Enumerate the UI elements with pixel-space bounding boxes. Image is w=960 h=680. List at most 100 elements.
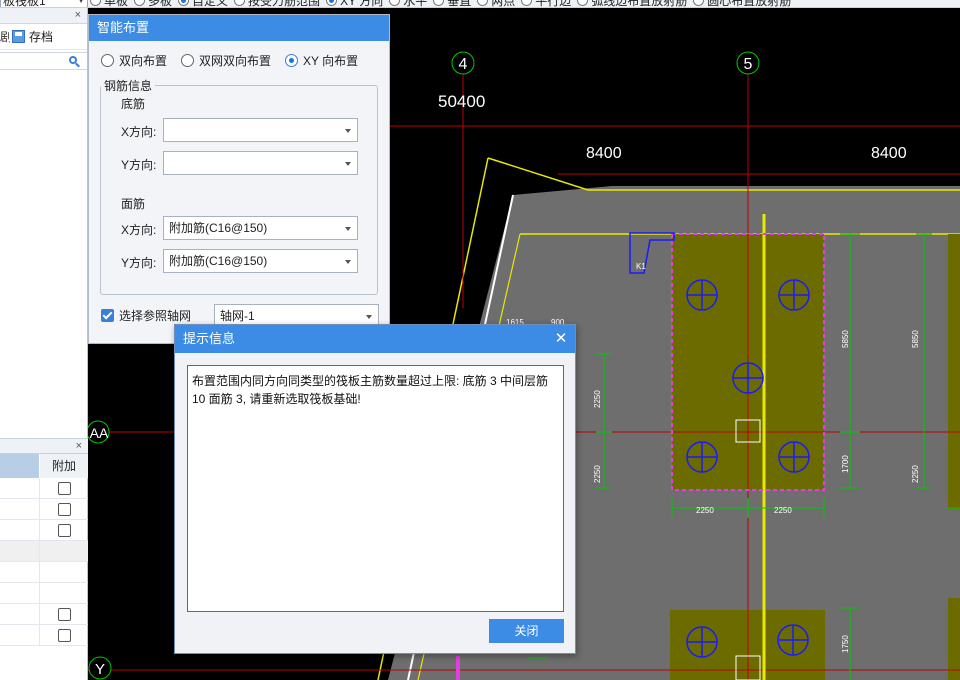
- radio-icon[interactable]: [134, 0, 146, 6]
- vertical-dimension: 2250: [911, 465, 920, 483]
- smart-layout-title: 智能布置: [89, 15, 389, 41]
- checkbox[interactable]: [57, 502, 71, 516]
- search-input[interactable]: [0, 52, 87, 70]
- toolbar-option-label: 自定义: [192, 0, 229, 8]
- toolbar-option-label: 水平: [403, 0, 428, 8]
- radio-icon[interactable]: [433, 0, 445, 6]
- table-row: [0, 478, 88, 499]
- checkbox[interactable]: [57, 523, 71, 537]
- pile-cap-lower-right[interactable]: [948, 598, 960, 680]
- toolbar-option-label: 圆心布置放射筋: [707, 0, 792, 8]
- toolbar-option[interactable]: 水平: [389, 0, 428, 8]
- radio-icon[interactable]: [234, 0, 246, 6]
- close-icon[interactable]: ✕: [553, 325, 569, 353]
- layout-mode-option[interactable]: 双网双向布置: [181, 52, 271, 69]
- chevron-down-icon: [345, 260, 351, 264]
- top-toolbar: 板筏板1 ▼ 单板 多板 自定义 按受力筋范围 XY 方向 水平 垂直 两点 平行边 弧线边布置放…: [0, 0, 960, 8]
- bottom-y-select[interactable]: [163, 151, 358, 175]
- table-cell: [0, 562, 40, 582]
- table-cell: [40, 520, 88, 540]
- save-button[interactable]: 存档: [12, 28, 53, 45]
- radio-icon[interactable]: [90, 0, 101, 6]
- checkbox[interactable]: [57, 481, 71, 495]
- toolbar-option[interactable]: 弧线边布置放射筋: [577, 0, 687, 7]
- pile[interactable]: [732, 362, 764, 394]
- pile[interactable]: [778, 441, 810, 473]
- dialog-title: 提示信息: [183, 331, 236, 346]
- span-dimension: 8400: [586, 145, 622, 162]
- checkbox-checked-icon[interactable]: [101, 309, 114, 322]
- layout-mode-label: 双网双向布置: [199, 53, 272, 68]
- top-x-value: 附加筋(C16@150): [169, 221, 268, 235]
- radio-icon[interactable]: [577, 0, 589, 6]
- vertical-dimension: 2250: [593, 465, 602, 483]
- toolbar-option[interactable]: 多板: [134, 0, 173, 8]
- pile[interactable]: [777, 624, 809, 656]
- layout-mode-label: 双向布置: [119, 53, 168, 68]
- search-icon[interactable]: [69, 56, 77, 64]
- toolbar-option[interactable]: 按受力筋范围: [234, 0, 321, 8]
- properties-header: ×: [0, 438, 88, 454]
- table-cell: [40, 499, 88, 519]
- smart-layout-panel: 智能布置 双向布置 双网双向布置 XY 向布置 钢筋信息 底筋 X方向: Y方向: …: [88, 14, 390, 344]
- top-y-select[interactable]: 附加筋(C16@150): [163, 249, 358, 273]
- left-panel-header: ×: [0, 8, 87, 24]
- table-cell: [40, 478, 88, 498]
- left-panel-tools: 剧 存档: [0, 24, 87, 50]
- table-cell: [40, 583, 88, 603]
- toolbar-option[interactable]: 单板: [90, 0, 129, 8]
- axis-bubble-5: 5: [736, 51, 760, 75]
- toolbar-option[interactable]: 圆心布置放射筋: [693, 0, 792, 8]
- axis-bubble-4: 4: [451, 51, 475, 75]
- checkbox[interactable]: [57, 628, 71, 642]
- toolbar-option[interactable]: 平行边: [521, 0, 571, 7]
- radio-icon[interactable]: [285, 53, 299, 67]
- floor-combo[interactable]: 板筏板1 ▼: [0, 0, 88, 7]
- pile[interactable]: [686, 279, 718, 311]
- properties-header-row: 附加: [0, 454, 88, 478]
- radio-icon[interactable]: [326, 0, 338, 6]
- top-x-select[interactable]: 附加筋(C16@150): [163, 216, 358, 240]
- toolbar-option[interactable]: 自定义: [178, 0, 229, 8]
- ref-axis-label: 选择参照轴网: [119, 309, 192, 323]
- close-button[interactable]: 关闭: [489, 619, 564, 643]
- toolbar-option[interactable]: XY 方向: [326, 0, 383, 7]
- radio-icon[interactable]: [181, 53, 195, 67]
- pile[interactable]: [778, 279, 810, 311]
- table-row: [0, 625, 88, 646]
- radio-icon[interactable]: [101, 53, 114, 67]
- radio-icon[interactable]: [477, 0, 489, 6]
- radio-icon[interactable]: [693, 0, 705, 6]
- close-icon[interactable]: ×: [75, 9, 81, 21]
- pile-cap-right[interactable]: [948, 234, 960, 509]
- cut-tool-label[interactable]: 剧: [0, 28, 10, 45]
- radio-icon[interactable]: [521, 0, 533, 6]
- pile[interactable]: [686, 626, 718, 658]
- radio-icon[interactable]: [178, 0, 190, 6]
- toolbar-option-label: 两点: [491, 0, 516, 8]
- chevron-down-icon: [345, 227, 351, 231]
- left-panel: × 剧 存档 × 附加: [0, 8, 88, 680]
- table-cell: [0, 499, 40, 519]
- top-rebar-title: 面筋: [121, 197, 146, 211]
- toolbar-option[interactable]: 垂直: [433, 0, 471, 7]
- layout-mode-option[interactable]: XY 向布置: [285, 52, 358, 69]
- ref-axis-checkbox[interactable]: 选择参照轴网: [101, 307, 191, 324]
- properties-grid: 附加: [0, 454, 88, 646]
- checkbox[interactable]: [57, 607, 71, 621]
- vertical-dimension: 2250: [593, 390, 602, 408]
- toolbar-option-label: 多板: [148, 0, 173, 8]
- bottom-x-select[interactable]: [163, 118, 358, 142]
- table-cell: [40, 604, 88, 624]
- toolbar-option-label: 按受力筋范围: [248, 0, 321, 8]
- radio-icon[interactable]: [389, 0, 401, 6]
- pile[interactable]: [686, 441, 718, 473]
- chevron-down-icon: [345, 162, 351, 166]
- close-icon[interactable]: ×: [76, 440, 82, 452]
- vertical-dimension: 5850: [911, 330, 920, 348]
- toolbar-option[interactable]: 两点: [477, 0, 516, 8]
- layout-mode-option[interactable]: 双向布置: [101, 52, 167, 69]
- toolbar-option-label: 单板: [104, 0, 129, 8]
- table-cell: [40, 541, 88, 561]
- bottom-dimension: 2250: [774, 506, 792, 515]
